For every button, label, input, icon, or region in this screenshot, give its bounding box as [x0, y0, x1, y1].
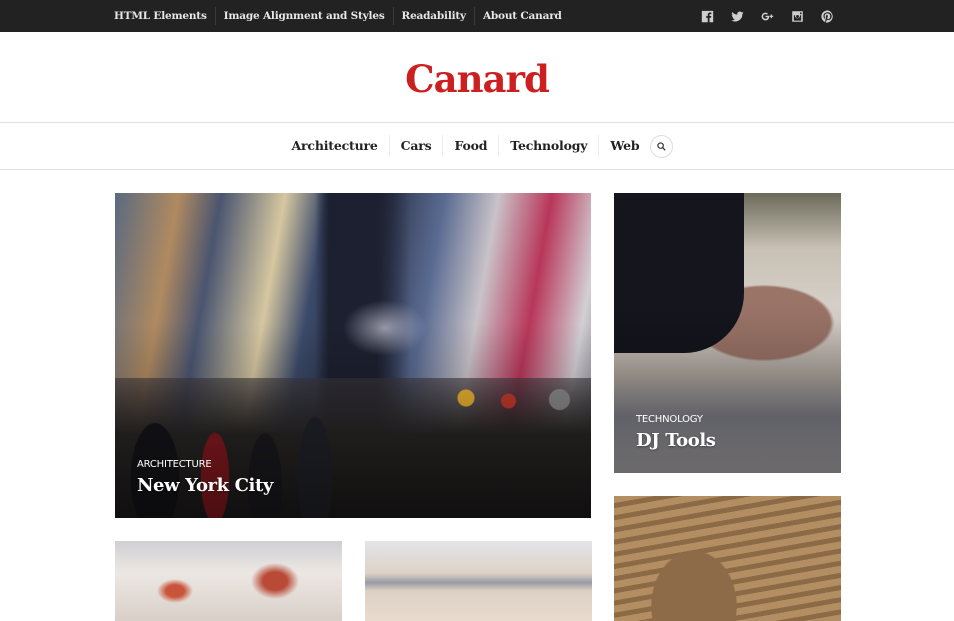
- post-caption: TECHNOLOGY DJ Tools: [636, 414, 716, 451]
- instagram-icon[interactable]: [788, 7, 806, 25]
- post-card-car[interactable]: [614, 496, 841, 621]
- twitter-icon[interactable]: [728, 7, 746, 25]
- nav-architecture[interactable]: Architecture: [281, 135, 389, 157]
- post-caption: ARCHITECTURE New York City: [137, 459, 273, 496]
- top-nav-image-alignment[interactable]: Image Alignment and Styles: [214, 7, 393, 25]
- top-nav-html-elements[interactable]: HTML Elements: [114, 7, 215, 25]
- post-title[interactable]: New York City: [137, 475, 273, 496]
- search-icon: [657, 141, 667, 151]
- post-category[interactable]: TECHNOLOGY: [636, 414, 716, 425]
- nav-web[interactable]: Web: [598, 135, 650, 157]
- top-nav-about[interactable]: About Canard: [473, 7, 570, 25]
- site-title[interactable]: Canard: [405, 57, 550, 101]
- post-card-new-york-city[interactable]: ARCHITECTURE New York City: [115, 193, 591, 518]
- post-card-dj-tools[interactable]: TECHNOLOGY DJ Tools: [614, 193, 841, 473]
- top-bar: HTML Elements Image Alignment and Styles…: [0, 0, 954, 32]
- post-card-food[interactable]: [115, 541, 342, 621]
- post-card-sky[interactable]: [365, 541, 592, 621]
- top-nav-readability[interactable]: Readability: [392, 7, 474, 25]
- nav-cars[interactable]: Cars: [388, 135, 443, 157]
- facebook-icon[interactable]: [698, 7, 716, 25]
- post-title[interactable]: DJ Tools: [636, 430, 716, 451]
- social-links: [698, 7, 840, 25]
- nav-technology[interactable]: Technology: [498, 135, 598, 157]
- site-header: Canard: [0, 32, 954, 123]
- google-plus-icon[interactable]: [758, 7, 776, 25]
- top-navigation: HTML Elements Image Alignment and Styles…: [114, 7, 570, 25]
- nav-food[interactable]: Food: [442, 135, 498, 157]
- main-navigation: Architecture Cars Food Technology Web: [0, 123, 954, 170]
- pinterest-icon[interactable]: [818, 7, 836, 25]
- post-category[interactable]: ARCHITECTURE: [137, 459, 273, 470]
- search-button[interactable]: [650, 134, 674, 158]
